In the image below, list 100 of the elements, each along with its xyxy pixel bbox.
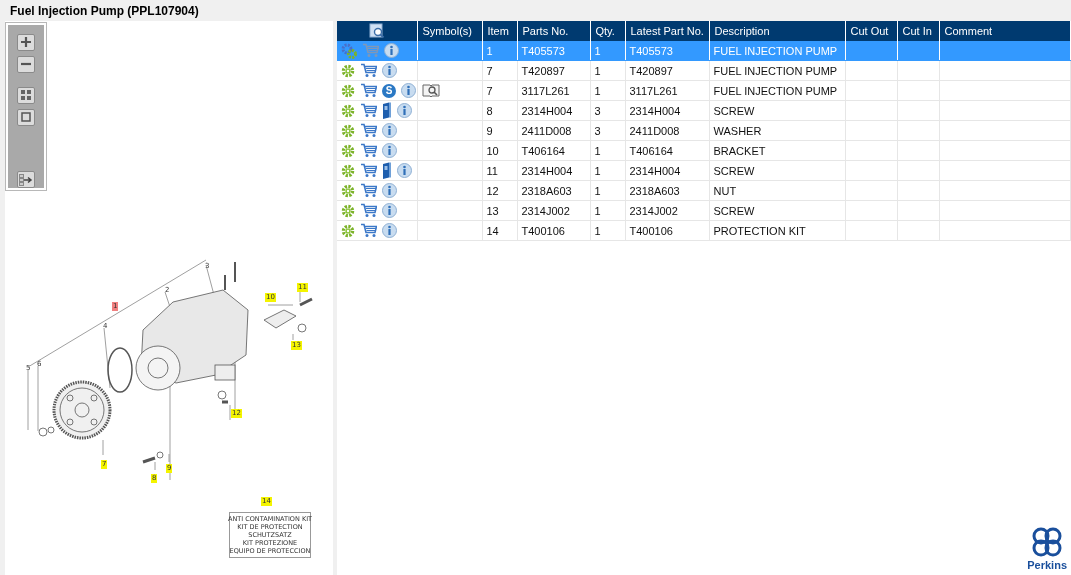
grid-view-button[interactable] bbox=[17, 86, 35, 104]
description-cell: NUT bbox=[709, 180, 845, 201]
gear-icon[interactable] bbox=[341, 103, 355, 118]
gear-icon[interactable] bbox=[341, 203, 355, 218]
book-icon[interactable] bbox=[382, 102, 392, 119]
item-cell: 9 bbox=[482, 120, 517, 141]
quantity-cell: 3 bbox=[590, 120, 625, 141]
quantity-cell: 1 bbox=[590, 160, 625, 181]
part-number-cell: T420897 bbox=[517, 60, 590, 81]
symbol-cell bbox=[417, 200, 482, 221]
info-icon[interactable] bbox=[397, 103, 412, 118]
column-header[interactable]: Comment bbox=[939, 21, 1071, 41]
gear-icon[interactable] bbox=[341, 123, 355, 138]
table-row[interactable]: 9 2411D008 3 2411D008 WASHER bbox=[337, 120, 1071, 141]
column-header[interactable]: Latest Part No. bbox=[625, 21, 709, 41]
description-cell: FUEL INJECTION PUMP bbox=[709, 80, 845, 101]
s-badge-icon[interactable]: S bbox=[382, 83, 396, 98]
description-cell: WASHER bbox=[709, 120, 845, 141]
gear-icon[interactable] bbox=[341, 143, 355, 158]
info-icon[interactable] bbox=[382, 143, 397, 158]
info-icon[interactable] bbox=[384, 43, 399, 58]
info-icon[interactable] bbox=[382, 123, 397, 138]
column-header[interactable]: Description bbox=[709, 21, 845, 41]
info-icon[interactable] bbox=[382, 203, 397, 218]
info-icon[interactable] bbox=[401, 83, 416, 98]
description-cell: FUEL INJECTION PUMP bbox=[709, 60, 845, 81]
description-cell: PROTECTION KIT bbox=[709, 220, 845, 241]
cart-icon[interactable] bbox=[360, 83, 377, 98]
part-number-cell: T400106 bbox=[517, 220, 590, 241]
table-row[interactable]: 8 2314H004 3 2314H004 SCREW bbox=[337, 100, 1071, 121]
quantity-cell: 1 bbox=[590, 41, 625, 61]
gear-icon[interactable] bbox=[341, 83, 355, 98]
quantity-cell: 1 bbox=[590, 140, 625, 161]
column-header[interactable]: Cut Out bbox=[845, 21, 897, 41]
cart-icon[interactable] bbox=[360, 183, 377, 198]
column-header[interactable]: Qty. bbox=[590, 21, 625, 41]
quantity-cell: 1 bbox=[590, 220, 625, 241]
square-icon bbox=[20, 111, 32, 124]
quantity-cell: 1 bbox=[590, 180, 625, 201]
table-row[interactable]: 10 T406164 1 T406164 BRACKET bbox=[337, 140, 1071, 161]
column-header[interactable]: Parts No. bbox=[517, 21, 590, 41]
book-magnifier-icon[interactable] bbox=[421, 83, 440, 98]
table-row[interactable]: 13 2314J002 1 2314J002 SCREW bbox=[337, 200, 1071, 221]
item-cell: 7 bbox=[482, 80, 517, 101]
info-icon[interactable] bbox=[382, 63, 397, 78]
document-search-icon[interactable] bbox=[368, 23, 385, 39]
logo-text: Perkins bbox=[1027, 559, 1067, 571]
part-number-cell: 3117L261 bbox=[517, 80, 590, 101]
latest-part-number-cell: 2314J002 bbox=[625, 200, 709, 221]
info-icon[interactable] bbox=[382, 223, 397, 238]
latest-part-number-cell: T406164 bbox=[625, 140, 709, 161]
export-button[interactable] bbox=[17, 171, 35, 188]
cart-icon[interactable] bbox=[360, 123, 377, 138]
gear-icon[interactable] bbox=[341, 163, 355, 178]
info-icon[interactable] bbox=[397, 163, 412, 178]
part-number-cell: 2314J002 bbox=[517, 200, 590, 221]
gear-icon[interactable] bbox=[341, 63, 355, 78]
item-cell: 13 bbox=[482, 200, 517, 221]
info-icon[interactable] bbox=[382, 183, 397, 198]
perkins-logo-icon bbox=[1031, 526, 1064, 558]
latest-part-number-cell: 2411D008 bbox=[625, 120, 709, 141]
table-row[interactable]: 11 2314H004 1 2314H004 SCREW bbox=[337, 160, 1071, 181]
item-cell: 7 bbox=[482, 60, 517, 81]
table-row[interactable]: 14 T400106 1 T400106 PROTECTION KIT bbox=[337, 220, 1071, 241]
cart-icon[interactable] bbox=[360, 163, 377, 178]
column-header[interactable]: Item bbox=[482, 21, 517, 41]
table-row[interactable]: 12 2318A603 1 2318A603 NUT bbox=[337, 180, 1071, 201]
four-squares-icon bbox=[20, 89, 32, 102]
book-icon[interactable] bbox=[382, 162, 392, 179]
table-row[interactable]: S 7 3117L261 1 3117L261 FUEL INJECTION PUMP bbox=[337, 80, 1071, 101]
column-header[interactable]: Cut In bbox=[897, 21, 939, 41]
zoom-out-button[interactable] bbox=[17, 55, 35, 73]
window-title: Fuel Injection Pump (PPL107904) bbox=[10, 3, 199, 18]
plus-icon bbox=[20, 36, 32, 49]
part-number-cell: T406164 bbox=[517, 140, 590, 161]
fit-view-button[interactable] bbox=[17, 108, 35, 126]
quantity-cell: 1 bbox=[590, 80, 625, 101]
item-cell: 11 bbox=[482, 160, 517, 181]
zoom-in-button[interactable] bbox=[17, 34, 35, 51]
latest-part-number-cell: T420897 bbox=[625, 60, 709, 81]
column-header[interactable]: Symbol(s) bbox=[417, 21, 482, 41]
item-cell: 14 bbox=[482, 220, 517, 241]
gear-icon[interactable] bbox=[341, 183, 355, 198]
cart-icon[interactable] bbox=[360, 223, 377, 238]
part-number-cell: 2314H004 bbox=[517, 100, 590, 121]
cart-icon[interactable] bbox=[360, 143, 377, 158]
part-number-cell: 2318A603 bbox=[517, 180, 590, 201]
gear-icon[interactable] bbox=[341, 223, 355, 238]
item-cell: 8 bbox=[482, 100, 517, 121]
cart-icon[interactable] bbox=[360, 203, 377, 218]
table-row[interactable]: 7 T420897 1 T420897 FUEL INJECTION PUMP bbox=[337, 60, 1071, 81]
part-number-cell: T405573 bbox=[517, 41, 590, 61]
latest-part-number-cell: T405573 bbox=[625, 41, 709, 61]
cart-icon[interactable] bbox=[360, 63, 377, 78]
cart-icon[interactable] bbox=[360, 103, 377, 118]
symbol-cell bbox=[417, 120, 482, 141]
symbol-cell bbox=[417, 100, 482, 121]
item-cell: 1 bbox=[482, 41, 517, 61]
latest-part-number-cell: 2314H004 bbox=[625, 100, 709, 121]
symbol-cell bbox=[417, 220, 482, 241]
